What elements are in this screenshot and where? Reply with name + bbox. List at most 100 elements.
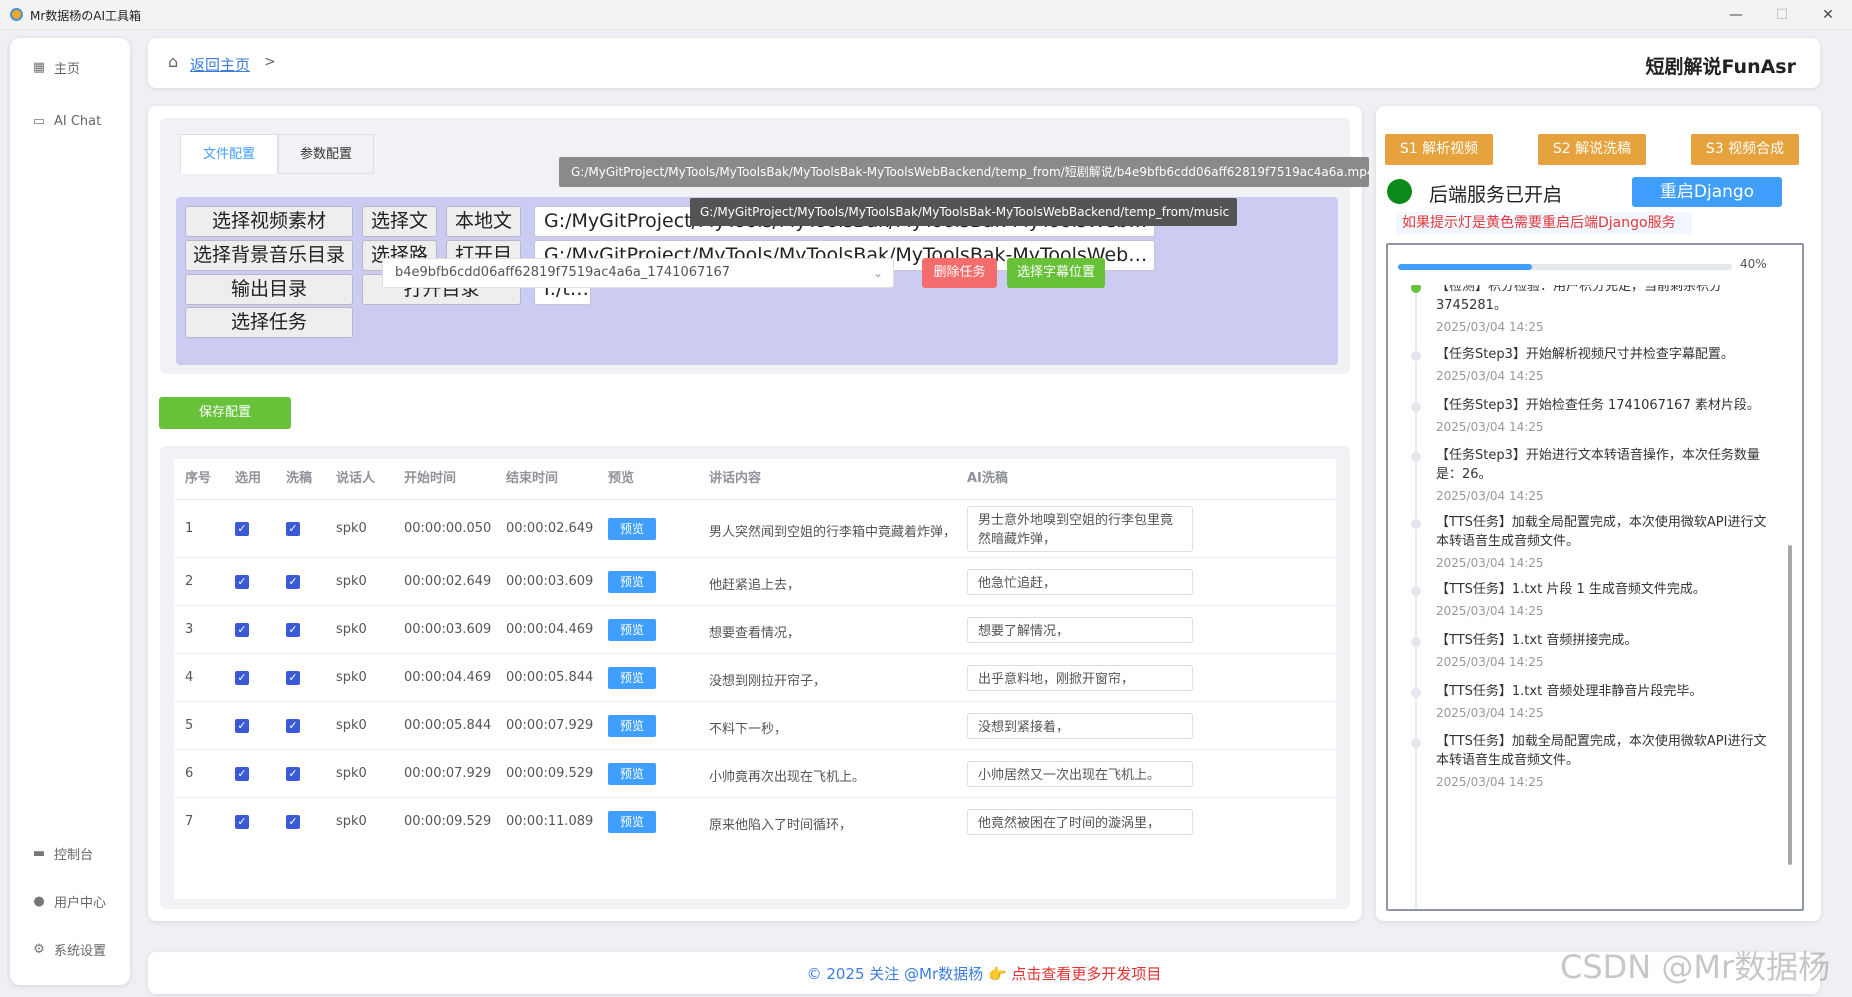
log-timestamp: 2025/03/04 14:25 xyxy=(1436,369,1544,383)
use-checkbox[interactable]: ✓ xyxy=(235,719,249,733)
preview-button[interactable]: 预览 xyxy=(608,763,656,785)
video-path-tooltip: G:/MyGitProject/MyTools/MyToolsBak/MyToo… xyxy=(559,157,1369,187)
sidebar-item-label: AI Chat xyxy=(54,114,102,129)
right-panel: S1 解析视频 S2 解说洗稿 S3 视频合成 后端服务已开启 重启Django… xyxy=(1376,106,1821,921)
timeline-dot xyxy=(1411,738,1421,748)
row-speaker: spk0 xyxy=(336,521,367,536)
preview-button[interactable]: 预览 xyxy=(608,518,656,540)
row-index: 2 xyxy=(185,574,194,589)
row-content: 男人突然闻到空姐的行李箱中竟藏着炸弹， xyxy=(709,525,957,540)
use-checkbox[interactable]: ✓ xyxy=(235,815,249,829)
delete-task-button[interactable]: 删除任务 xyxy=(922,258,997,288)
ai-rewrite-textarea[interactable]: 他急忙追赶， xyxy=(967,569,1193,595)
subtitle-position-button[interactable]: 选择字幕位置 xyxy=(1007,258,1105,288)
table-panel: 序号 选用 洗稿 说话人 开始时间 结束时间 预览 讲话内容 AI洗稿 1 ✓ ✓ s… xyxy=(160,446,1350,909)
select-music-dir-button[interactable]: 选择背景音乐目录 xyxy=(185,240,353,271)
close-button[interactable]: ✕ xyxy=(1811,2,1845,28)
maximize-button[interactable]: ☐ xyxy=(1765,2,1799,28)
log-text: 【任务Step3】开始解析视频尺寸并检查字幕配置。 xyxy=(1436,347,1734,362)
select-video-button[interactable]: 选择视频素材 xyxy=(185,206,353,237)
ai-rewrite-textarea[interactable]: 出乎意料地，刚掀开窗帘， xyxy=(967,665,1193,691)
progress-label: 40% xyxy=(1740,257,1767,271)
use-checkbox[interactable]: ✓ xyxy=(235,767,249,781)
log-entry: 【TTS任务】加载全局配置完成，本次使用微软API进行文本转语音生成音频文件。 2… xyxy=(1436,513,1774,573)
row-index: 5 xyxy=(185,718,194,733)
task-select[interactable]: b4e9bfb6cdd06aff62819f7519ac4a6a_1741067… xyxy=(382,258,894,288)
preview-button[interactable]: 预览 xyxy=(608,667,656,689)
sidebar-item-label: 用户中心 xyxy=(54,896,107,911)
col-header-content: 讲话内容 xyxy=(709,471,762,486)
preview-button[interactable]: 预览 xyxy=(608,571,656,593)
row-index: 4 xyxy=(185,670,194,685)
log-scrollbar[interactable] xyxy=(1788,545,1792,865)
log-panel: 40% 【检测】积分检验：用户积分充足，当前剩余积分3745281。 2025/0… xyxy=(1386,243,1804,911)
row-content: 他赶紧追上去， xyxy=(709,578,801,593)
sidebar-item-home[interactable]: ▦ 主页 xyxy=(32,58,80,77)
col-header-rewrite: 洗稿 xyxy=(286,471,313,486)
log-text: 【TTS任务】加载全局配置完成，本次使用微软API进行文本转语音生成音频文件。 xyxy=(1436,515,1767,549)
row-speaker: spk0 xyxy=(336,814,367,829)
select-file-button[interactable]: 选择文件 xyxy=(362,206,437,261)
col-header-preview: 预览 xyxy=(608,471,635,486)
ai-rewrite-textarea[interactable]: 想要了解情况， xyxy=(967,617,1193,643)
timeline-dot xyxy=(1411,637,1421,647)
tab-file-config[interactable]: 文件配置 xyxy=(180,134,278,174)
row-index: 1 xyxy=(185,521,194,536)
preview-button[interactable]: 预览 xyxy=(608,811,656,833)
status-text: 后端服务已开启 xyxy=(1429,184,1563,206)
use-checkbox[interactable]: ✓ xyxy=(235,671,249,685)
ai-rewrite-textarea[interactable]: 小帅居然又一次出现在飞机上。 xyxy=(967,761,1193,787)
breadcrumb-separator: > xyxy=(264,54,276,70)
col-header-speaker: 说话人 xyxy=(336,471,376,486)
row-content: 想要查看情况， xyxy=(709,626,801,641)
use-checkbox[interactable]: ✓ xyxy=(235,575,249,589)
preview-button[interactable]: 预览 xyxy=(608,619,656,641)
rewrite-checkbox[interactable]: ✓ xyxy=(286,522,300,536)
row-start-time: 00:00:04.469 xyxy=(404,670,492,685)
save-config-button[interactable]: 保存配置 xyxy=(159,397,291,429)
rewrite-checkbox[interactable]: ✓ xyxy=(286,815,300,829)
sidebar-item-console[interactable]: ▬ 控制台 xyxy=(32,844,93,863)
step2-rewrite-button[interactable]: S2 解说洗稿 xyxy=(1538,134,1646,165)
use-checkbox[interactable]: ✓ xyxy=(235,522,249,536)
timeline-line xyxy=(1415,285,1417,909)
use-checkbox[interactable]: ✓ xyxy=(235,623,249,637)
table-row: 6 ✓ ✓ spk0 00:00:07.929 00:00:09.529 预览 小帅竟再次出现… xyxy=(174,749,1336,797)
rewrite-checkbox[interactable]: ✓ xyxy=(286,671,300,685)
log-text: 【TTS任务】1.txt 片段 1 生成音频文件完成。 xyxy=(1436,582,1706,597)
local-file-button[interactable]: 本地文件 xyxy=(446,206,521,261)
ai-rewrite-textarea[interactable]: 他竟然被困在了时间的漩涡里， xyxy=(967,809,1193,835)
col-header-start: 开始时间 xyxy=(404,471,457,486)
tab-param-config[interactable]: 参数配置 xyxy=(278,134,374,174)
ai-rewrite-textarea[interactable]: 男士意外地嗅到空姐的行李包里竟然暗藏炸弹， xyxy=(967,506,1193,552)
log-entry: 【任务Step3】开始解析视频尺寸并检查字幕配置。 2025/03/04 14:2… xyxy=(1436,345,1774,386)
step1-parse-video-button[interactable]: S1 解析视频 xyxy=(1385,134,1493,165)
sidebar-item-settings[interactable]: ⚙ 系统设置 xyxy=(32,940,106,959)
rewrite-checkbox[interactable]: ✓ xyxy=(286,767,300,781)
footer-more-projects-link[interactable]: 点击查看更多开发项目 xyxy=(1011,965,1161,983)
minimize-button[interactable]: — xyxy=(1719,2,1753,28)
ai-rewrite-textarea[interactable]: 没想到紧接着， xyxy=(967,713,1193,739)
rewrite-checkbox[interactable]: ✓ xyxy=(286,575,300,589)
header: ⌂ 返回主页 > 短剧解说FunAsr xyxy=(148,38,1820,88)
rewrite-checkbox[interactable]: ✓ xyxy=(286,623,300,637)
row-content: 小帅竟再次出现在飞机上。 xyxy=(709,770,866,785)
select-task-button[interactable]: 选择任务 xyxy=(185,307,353,338)
timeline-dot xyxy=(1411,402,1421,412)
sidebar-item-ai-chat[interactable]: ▭ AI Chat xyxy=(32,114,101,129)
row-index: 3 xyxy=(185,622,194,637)
log-text: 【任务Step3】开始检查任务 1741067167 素材片段。 xyxy=(1436,398,1760,413)
row-content: 没想到刚拉开帘子， xyxy=(709,674,827,689)
sidebar-item-user-center[interactable]: ● 用户中心 xyxy=(32,892,106,911)
output-dir-button[interactable]: 输出目录 xyxy=(185,274,353,305)
log-timestamp: 2025/03/04 14:25 xyxy=(1436,320,1544,334)
table-row: 4 ✓ ✓ spk0 00:00:04.469 00:00:05.844 预览 没想到刚拉开帘… xyxy=(174,653,1336,701)
back-home-link[interactable]: 返回主页 xyxy=(190,54,250,75)
row-start-time: 00:00:09.529 xyxy=(404,814,492,829)
row-end-time: 00:00:02.649 xyxy=(506,521,594,536)
rewrite-checkbox[interactable]: ✓ xyxy=(286,719,300,733)
timeline-dot xyxy=(1411,285,1421,293)
step3-compose-button[interactable]: S3 视频合成 xyxy=(1691,134,1799,165)
preview-button[interactable]: 预览 xyxy=(608,715,656,737)
restart-django-button[interactable]: 重启Django xyxy=(1632,177,1782,207)
